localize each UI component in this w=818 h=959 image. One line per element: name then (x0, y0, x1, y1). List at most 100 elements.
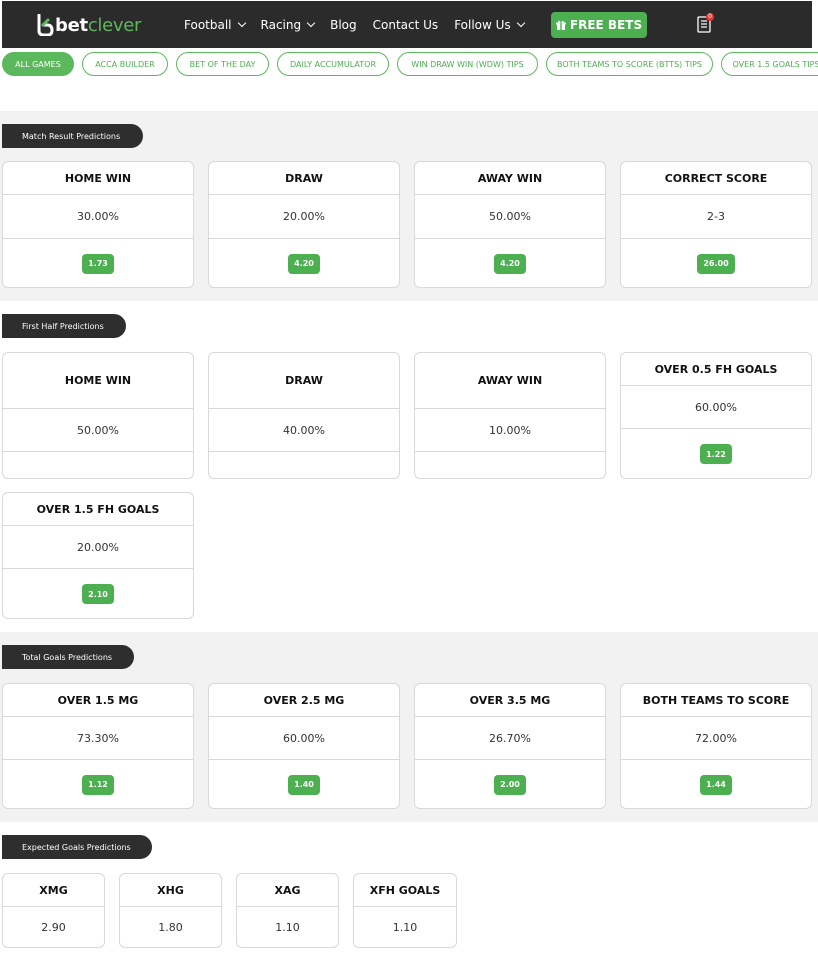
first-half-section: First Half Predictions HOME WIN 50.00% D… (0, 301, 818, 632)
card-value: 1.10 (275, 920, 300, 934)
odds-button[interactable]: 4.20 (288, 253, 320, 274)
menu-football[interactable]: Football (184, 17, 246, 32)
menu-follow-label: Follow Us (454, 17, 511, 32)
odds-button[interactable]: 4.20 (494, 253, 526, 274)
menu-blog-label: Blog (330, 17, 357, 32)
card-title: XMG (3, 874, 104, 907)
card-over-1-5-mg: OVER 1.5 MG 73.30% 1.12 (2, 683, 194, 809)
card-fh-away-win: AWAY WIN 10.00% (414, 352, 606, 479)
card-odds-row: 4.20 (415, 238, 605, 287)
card-value: 1.80 (158, 920, 183, 934)
card-over-0-5-fh-goals: OVER 0.5 FH GOALS 60.00% 1.22 (620, 352, 812, 479)
card-title: BOTH TEAMS TO SCORE (621, 684, 811, 717)
card-title: HOME WIN (3, 353, 193, 409)
card-odds-row: 1.22 (621, 428, 811, 478)
card-odds-row-empty (209, 451, 399, 478)
card-odds-row: 26.00 (621, 238, 811, 287)
menu-contact-us[interactable]: Contact Us (373, 18, 439, 32)
logo-text-bet: bet (55, 14, 88, 36)
card-odds-row: 2.00 (415, 759, 605, 808)
card-title: DRAW (209, 162, 399, 195)
betslip-count-badge: 0 (706, 13, 714, 21)
card-percentage: 50.00% (77, 423, 119, 437)
menu-contact-label: Contact Us (372, 17, 439, 32)
match-result-section: Match Result Predictions HOME WIN 30.00%… (0, 111, 818, 301)
card-odds-row: 1.73 (3, 238, 193, 287)
pill-acca-builder[interactable]: ACCA BUILDER (82, 52, 168, 76)
total-goals-section: Total Goals Predictions OVER 1.5 MG 73.3… (0, 632, 818, 822)
menu-follow-us[interactable]: Follow Us (454, 17, 525, 32)
card-percentage: 40.00% (283, 423, 325, 437)
card-over-1-5-fh-goals: OVER 1.5 FH GOALS 20.00% 2.10 (2, 492, 194, 619)
card-odds-row-empty (3, 451, 193, 478)
pill-all-games[interactable]: ALL GAMES (2, 52, 74, 76)
pill-daily-accumulator[interactable]: DAILY ACCUMULATOR (277, 52, 389, 76)
card-fh-draw: DRAW 40.00% (208, 352, 400, 479)
pill-wdw-tips[interactable]: WIN DRAW WIN (WDW) TIPS (397, 52, 538, 76)
odds-button[interactable]: 1.12 (82, 774, 114, 795)
game-filter-pills: ALL GAMES ACCA BUILDER BET OF THE DAY DA… (0, 52, 818, 77)
card-home-win: HOME WIN 30.00% 1.73 (2, 161, 194, 288)
card-percentage: 30.00% (77, 210, 119, 223)
card-percentage: 72.00% (695, 731, 737, 745)
top-navbar: bet clever Football Racing Blog Contact U… (2, 1, 812, 48)
card-away-win: AWAY WIN 50.00% 4.20 (414, 161, 606, 288)
chevron-down-icon (306, 18, 316, 28)
betclever-logo[interactable]: bet clever (36, 14, 141, 36)
odds-button[interactable]: 2.00 (494, 774, 526, 795)
card-title: OVER 2.5 MG (209, 684, 399, 717)
card-title: XFH GOALS (354, 874, 456, 907)
card-title: OVER 1.5 MG (3, 684, 193, 717)
main-menu: Football Racing Blog Contact Us Follow U… (184, 1, 540, 48)
card-title: AWAY WIN (415, 353, 605, 409)
gift-icon (555, 20, 566, 30)
card-xhg: XHG 1.80 (119, 873, 222, 948)
section-label-total-goals: Total Goals Predictions (2, 645, 134, 669)
card-odds-row: 4.20 (209, 238, 399, 287)
pill-btts-tips[interactable]: BOTH TEAMS TO SCORE (BTTS) TIPS (546, 52, 713, 76)
card-value: 1.10 (392, 920, 418, 934)
card-fh-home-win: HOME WIN 50.00% (2, 352, 194, 479)
card-percentage: 73.30% (77, 731, 119, 745)
odds-button[interactable]: 26.00 (697, 253, 735, 274)
menu-blog[interactable]: Blog (330, 18, 357, 32)
card-xag: XAG 1.10 (236, 873, 339, 948)
card-percentage: 20.00% (283, 210, 325, 223)
card-title: OVER 0.5 FH GOALS (621, 353, 811, 386)
odds-button[interactable]: 2.10 (82, 584, 114, 604)
card-percentage: 26.70% (489, 731, 531, 745)
menu-racing[interactable]: Racing (260, 17, 316, 32)
chevron-down-icon (237, 18, 246, 28)
card-title: OVER 1.5 FH GOALS (3, 493, 193, 526)
card-title: HOME WIN (3, 162, 193, 195)
card-over-3-5-mg: OVER 3.5 MG 26.70% 2.00 (414, 683, 606, 809)
free-bets-button[interactable]: FREE BETS (551, 12, 647, 38)
card-title: OVER 3.5 MG (415, 684, 605, 717)
pill-over-1-5-goals-tips[interactable]: OVER 1.5 GOALS TIPS (721, 52, 818, 76)
menu-racing-label: Racing (260, 17, 302, 32)
card-title: XHG (120, 874, 221, 907)
expected-goals-section: Expected Goals Predictions XMG 2.90 XHG … (0, 822, 818, 959)
card-odds-row: 2.10 (3, 568, 193, 618)
menu-football-label: Football (184, 17, 232, 32)
odds-button[interactable]: 1.73 (82, 253, 114, 274)
card-xmg: XMG 2.90 (2, 873, 105, 948)
odds-button[interactable]: 1.40 (288, 774, 320, 795)
card-percentage: 20.00% (77, 540, 119, 554)
odds-button[interactable]: 1.44 (700, 774, 732, 795)
card-title: DRAW (209, 353, 399, 409)
card-odds-row-empty (415, 451, 605, 478)
card-correct-score: CORRECT SCORE 2-3 26.00 (620, 161, 812, 288)
odds-button[interactable]: 1.22 (700, 444, 732, 464)
card-percentage: 60.00% (283, 731, 325, 745)
card-percentage: 50.00% (489, 210, 531, 223)
card-score: 2-3 (707, 210, 725, 223)
card-odds-row: 1.40 (209, 759, 399, 808)
card-title: CORRECT SCORE (621, 162, 811, 195)
card-value: 2.90 (41, 920, 66, 934)
logo-text-clever: clever (87, 14, 142, 36)
card-percentage: 10.00% (489, 423, 531, 437)
card-xfh-goals: XFH GOALS 1.10 (353, 873, 457, 948)
free-bets-label: FREE BETS (569, 18, 643, 32)
pill-bet-of-the-day[interactable]: BET OF THE DAY (176, 52, 269, 76)
